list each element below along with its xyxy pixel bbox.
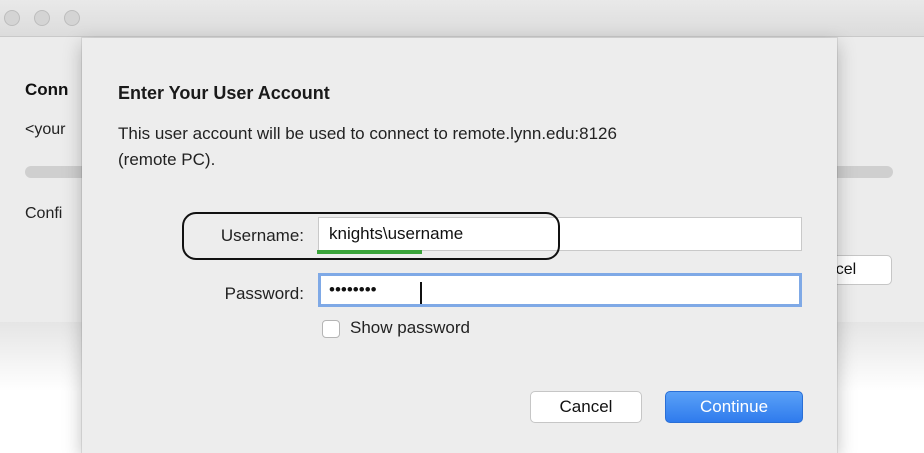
cancel-button[interactable]: Cancel (530, 391, 642, 423)
background-cancel-label: cel (835, 261, 857, 278)
domain-underline-annotation (317, 250, 422, 254)
show-password-checkbox[interactable] (322, 320, 340, 338)
zoom-window-icon[interactable] (64, 10, 80, 26)
continue-button[interactable]: Continue (665, 391, 803, 423)
cancel-button-label: Cancel (559, 397, 613, 416)
dialog-description: This user account will be used to connec… (118, 124, 617, 169)
password-field[interactable] (318, 273, 802, 307)
background-subtitle: <your (25, 121, 66, 138)
text-caret (420, 282, 422, 304)
show-password-label[interactable]: Show password (350, 318, 470, 338)
continue-button-label: Continue (699, 397, 769, 416)
background-status-text: Confi (25, 205, 63, 222)
background-titlebar (0, 0, 924, 37)
background-title: Conn (25, 80, 69, 99)
dialog-title: Enter Your User Account (118, 83, 330, 103)
user-account-dialog: Enter Your User Account This user accoun… (82, 38, 837, 453)
close-window-icon[interactable] (4, 10, 20, 26)
password-label: Password: (224, 284, 304, 303)
minimize-window-icon[interactable] (34, 10, 50, 26)
